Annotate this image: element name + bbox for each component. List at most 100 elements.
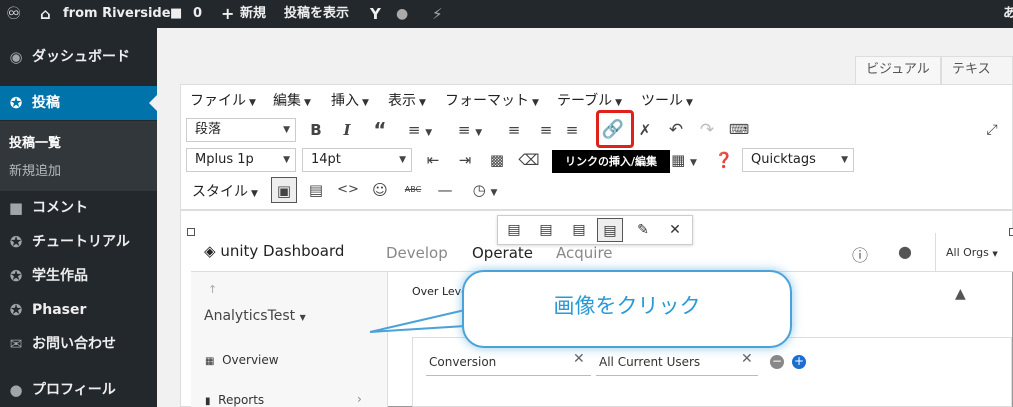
outdent-icon[interactable]: ⇤: [420, 147, 446, 173]
bullet-list-icon[interactable]: ≡ ▼: [400, 117, 440, 143]
align-center-icon[interactable]: ≡: [533, 117, 559, 143]
unity-logo-text: unity Dashboard: [220, 242, 345, 260]
help-icon[interactable]: ❓: [711, 147, 737, 173]
clear-icon[interactable]: ✕: [573, 351, 585, 367]
profile-icon[interactable]: ●: [898, 242, 912, 261]
strikethrough-icon[interactable]: ABC: [400, 177, 426, 203]
caret-down-icon: ▼: [304, 98, 311, 108]
blockquote-icon[interactable]: “: [367, 117, 393, 143]
comment-icon[interactable]: ■: [170, 0, 182, 28]
resize-handle[interactable]: [187, 228, 195, 236]
left-item-reports[interactable]: ▮ Reports: [205, 393, 264, 407]
media-icon[interactable]: ▤: [303, 177, 329, 203]
menu-edit[interactable]: 編集 ▼: [273, 90, 311, 110]
format-select[interactable]: 段落 ▼: [186, 118, 296, 142]
sidebar-item-contact[interactable]: ✉ お問い合わせ: [0, 327, 157, 361]
no-align-image-icon[interactable]: ▤: [597, 218, 623, 242]
nav-develop[interactable]: Develop: [386, 244, 448, 262]
nav-operate[interactable]: Operate: [472, 244, 533, 262]
current-arrow: [149, 95, 157, 111]
sidebar-item-comments[interactable]: ■ コメント: [0, 191, 157, 225]
caret-down-icon: ▼: [419, 98, 426, 108]
caret-down-icon: ▼: [992, 250, 998, 258]
sidebar-item-label: 学生作品: [32, 268, 88, 284]
code-icon[interactable]: <>: [335, 177, 361, 203]
comments-count[interactable]: 0: [193, 0, 202, 28]
menu-label: ファイル: [190, 93, 246, 109]
submenu-add-new[interactable]: 新規追加: [9, 160, 61, 179]
submenu-all-posts[interactable]: 投稿一覧: [9, 132, 61, 151]
remove-icon[interactable]: −: [770, 355, 784, 369]
orgs-select[interactable]: All Orgs ▼: [946, 246, 998, 259]
view-post-link[interactable]: 投稿を表示: [284, 0, 349, 28]
sidebar-item-profile[interactable]: ● プロフィール: [0, 373, 157, 407]
edit-pencil-icon[interactable]: ✎: [630, 218, 656, 242]
clear-format-icon[interactable]: ⌫: [516, 147, 542, 173]
caret-down-icon: ▼: [299, 313, 306, 322]
menu-label: テーブル: [557, 93, 613, 109]
sidebar-item-dashboard[interactable]: ◉ ダッシュボード: [0, 40, 157, 74]
bold-icon[interactable]: B: [303, 117, 329, 143]
caret-down-icon: ▼: [283, 125, 290, 135]
font-size-select[interactable]: 14pt ▼: [302, 148, 412, 172]
tab-visual[interactable]: ビジュアル: [855, 56, 941, 84]
remove-image-icon[interactable]: ✕: [662, 218, 688, 242]
caret-down-icon: ▼: [251, 189, 258, 199]
fullscreen-icon[interactable]: ⤢: [979, 117, 1005, 143]
pin-icon: ✪: [9, 233, 23, 251]
paste-text-icon[interactable]: ▩: [484, 147, 510, 173]
style-menu[interactable]: スタイル ▼: [192, 181, 258, 201]
resize-handle[interactable]: [1009, 228, 1013, 236]
quicktags-select[interactable]: Quicktags ▼: [742, 148, 854, 172]
left-item-label: Overview: [222, 353, 279, 367]
nav-acquire[interactable]: Acquire: [556, 244, 613, 262]
italic-icon[interactable]: I: [334, 117, 360, 143]
menu-insert[interactable]: 挿入 ▼: [331, 90, 369, 110]
indent-icon[interactable]: ⇥: [452, 147, 478, 173]
sidebar-item-phaser[interactable]: ✪ Phaser: [0, 293, 157, 327]
yoast-icon[interactable]: Y: [370, 0, 381, 28]
menu-view[interactable]: 表示 ▼: [388, 90, 426, 110]
align-left-icon[interactable]: ≡: [501, 117, 527, 143]
bolt-icon[interactable]: ⚡: [432, 0, 443, 28]
conversion-field[interactable]: Conversion: [426, 350, 591, 376]
admin-bar: ♾ ⌂ from Riverside ■ 0 + 新規 投稿を表示 Y ● ⚡ …: [0, 0, 1013, 28]
style-menu-label: スタイル: [192, 184, 248, 200]
tab-text[interactable]: テキスト: [941, 56, 1013, 103]
image-icon[interactable]: ▣: [271, 177, 297, 203]
menu-table[interactable]: テーブル ▼: [557, 90, 622, 110]
wordpress-logo-icon[interactable]: ♾: [6, 0, 21, 28]
project-select[interactable]: AnalyticsTest ▼: [204, 308, 306, 324]
more-icon[interactable]: ◷ ▼: [465, 177, 505, 203]
align-left-image-icon[interactable]: ▤: [501, 218, 527, 242]
add-icon[interactable]: +: [792, 355, 806, 369]
align-right-icon[interactable]: ≡: [565, 117, 579, 143]
menu-file[interactable]: ファイル ▼: [190, 90, 256, 110]
unlink-icon[interactable]: ✗: [632, 117, 658, 143]
align-center-image-icon[interactable]: ▤: [533, 218, 559, 242]
segment-field[interactable]: All Current Users: [596, 350, 758, 376]
sidebar-item-student-works[interactable]: ✪ 学生作品: [0, 259, 157, 293]
menu-tools[interactable]: ツール ▼: [641, 90, 693, 110]
new-link[interactable]: 新規: [240, 0, 266, 28]
keyboard-icon[interactable]: ⌨: [726, 117, 752, 143]
font-family-select[interactable]: Mplus 1p ▼: [186, 148, 296, 172]
numbered-list-icon[interactable]: ≡ ▼: [450, 117, 490, 143]
help-circle-icon[interactable]: ⓘ: [852, 242, 868, 266]
sidebar-item-tutorial[interactable]: ✪ チュートリアル: [0, 225, 157, 259]
table-icon[interactable]: ▦ ▼: [665, 147, 703, 173]
clear-icon[interactable]: ✕: [741, 351, 753, 367]
site-name-link[interactable]: from Riverside: [63, 0, 171, 28]
caret-down-icon: ▼: [283, 155, 290, 165]
undo-icon[interactable]: ↶: [663, 117, 689, 143]
graduation-cap-icon[interactable]: ▲: [955, 286, 966, 302]
horizontal-line-icon[interactable]: —: [432, 177, 458, 203]
left-item-overview[interactable]: ▦ Overview: [205, 353, 279, 367]
redo-icon[interactable]: ↷: [694, 117, 720, 143]
emoji-icon[interactable]: ☺: [367, 177, 393, 203]
account-icon[interactable]: あ: [1003, 0, 1013, 28]
menu-format[interactable]: フォーマット ▼: [445, 90, 539, 110]
align-right-image-icon[interactable]: ▤: [566, 218, 592, 242]
sidebar-item-posts[interactable]: ✪ 投稿: [0, 86, 157, 120]
bar-chart-icon: ▮: [205, 396, 211, 407]
